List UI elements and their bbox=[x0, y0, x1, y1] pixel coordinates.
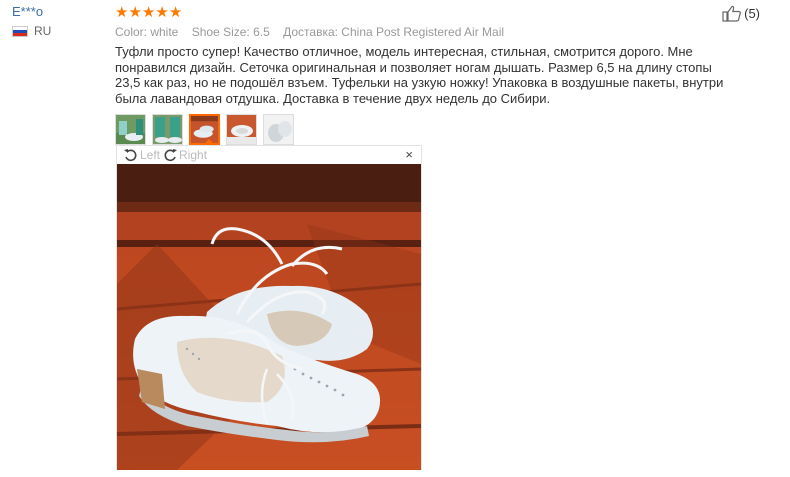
photo-thumbnail[interactable] bbox=[226, 114, 257, 145]
review-item: E***o RU (5) ★ ★ ★ ★ ★ Color: white Shoe Siz… bbox=[0, 0, 790, 477]
reviewer-country: RU bbox=[12, 24, 102, 38]
rotate-right-icon bbox=[164, 149, 178, 162]
active-thumbnail-pointer bbox=[204, 139, 214, 144]
star-icon: ★ bbox=[168, 3, 183, 21]
review-content: ★ ★ ★ ★ ★ Color: white Shoe Size: 6.5 Достав… bbox=[115, 4, 735, 148]
rating-stars: ★ ★ ★ ★ ★ bbox=[115, 4, 735, 20]
star-icon: ★ bbox=[115, 3, 129, 21]
reviewer-name: E***o bbox=[12, 4, 44, 19]
viewer-toolbar: Left Right × bbox=[117, 146, 421, 164]
star-icon: ★ bbox=[141, 3, 156, 21]
reviewer-info: E***o RU bbox=[12, 4, 102, 38]
star-icon: ★ bbox=[155, 3, 169, 21]
rotate-right-button[interactable]: Right bbox=[162, 148, 207, 162]
country-code: RU bbox=[34, 24, 52, 38]
rotate-left-label: Left bbox=[140, 148, 161, 162]
order-info: Color: white Shoe Size: 6.5 Доставка: Ch… bbox=[115, 25, 735, 40]
rotate-right-label: Right bbox=[179, 148, 208, 162]
star-icon: ★ bbox=[128, 3, 142, 21]
rotate-left-icon bbox=[124, 149, 137, 162]
shoes-photo bbox=[117, 164, 421, 470]
close-icon[interactable]: × bbox=[405, 147, 413, 162]
order-size: Shoe Size: 6.5 bbox=[191, 25, 270, 39]
order-color: Color: white bbox=[115, 25, 179, 39]
likes-count: (5) bbox=[744, 6, 760, 21]
photo-thumbnail[interactable] bbox=[152, 114, 183, 145]
photo-viewer: Left Right × bbox=[116, 145, 422, 470]
rotate-left-button[interactable]: Left bbox=[123, 148, 160, 162]
review-text: Туфли просто супер! Качество отличное, м… bbox=[115, 44, 724, 106]
order-shipping: Доставка: China Post Registered Air Mail bbox=[283, 25, 505, 39]
photo-thumbnail[interactable] bbox=[263, 114, 294, 145]
photo-thumbnail[interactable] bbox=[115, 114, 146, 145]
review-photo bbox=[117, 164, 421, 470]
russia-flag-icon bbox=[12, 25, 28, 37]
